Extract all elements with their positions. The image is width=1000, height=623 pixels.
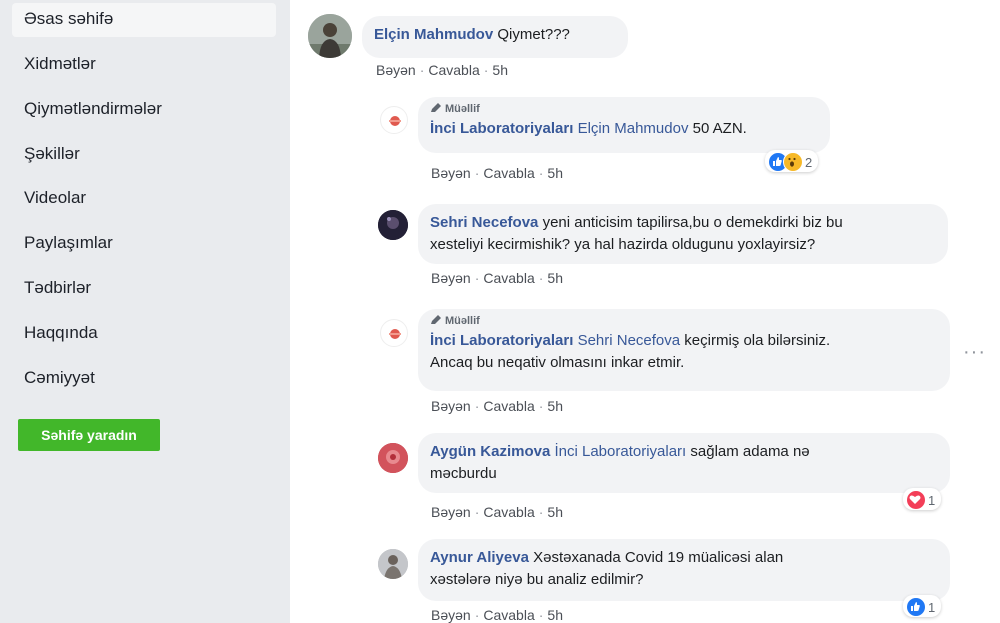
- page-avatar[interactable]: [380, 319, 408, 347]
- sidebar-item-label: Paylaşımlar: [24, 233, 113, 252]
- comment-actions: Bəyən · Cavabla · 5h: [376, 62, 508, 78]
- avatar[interactable]: [308, 14, 352, 58]
- comment-timestamp[interactable]: 5h: [547, 165, 563, 181]
- comment-text: Xəstəxanada Covid 19 müalicəsi alan: [533, 549, 784, 566]
- comment-timestamp[interactable]: 5h: [547, 398, 563, 414]
- author-badge: Müəllif: [430, 314, 938, 328]
- comment-actions: Bəyən · Cavabla · 5h: [431, 270, 563, 286]
- reaction-summary[interactable]: 2: [765, 150, 819, 172]
- sidebar-item-label: Əsas səhifə: [24, 9, 114, 28]
- wow-icon: [783, 152, 803, 172]
- sidebar-item-about[interactable]: Haqqında: [12, 317, 276, 351]
- comment-mention[interactable]: Elçin Mahmudov: [578, 120, 689, 137]
- reply-link[interactable]: Cavabla: [428, 62, 479, 78]
- sidebar-item-label: Cəmiyyət: [24, 368, 95, 387]
- comment-mention[interactable]: İnci Laboratoriyaları: [554, 443, 686, 460]
- person-photo-icon: [378, 443, 408, 473]
- comment-bubble: Sehri Necefova yeni anticisim tapilirsa,…: [418, 204, 948, 264]
- like-link[interactable]: Bəyən: [431, 398, 471, 414]
- comment-author[interactable]: İnci Laboratoriyaları: [430, 120, 573, 137]
- reaction-count: 2: [805, 154, 813, 170]
- like-link[interactable]: Bəyən: [376, 62, 416, 78]
- reply-link[interactable]: Cavabla: [483, 398, 534, 414]
- page-sidebar: Əsas səhifə Xidmətlər Qiymətləndirmələr …: [0, 0, 290, 623]
- sidebar-item-posts[interactable]: Paylaşımlar: [12, 227, 276, 261]
- sidebar-item-community[interactable]: Cəmiyyət: [12, 362, 276, 396]
- person-photo-icon: [378, 210, 408, 240]
- person-photo-icon: [378, 549, 408, 579]
- reply-link[interactable]: Cavabla: [483, 607, 534, 623]
- comment-timestamp[interactable]: 5h: [547, 270, 563, 286]
- author-badge: Müəllif: [430, 102, 818, 116]
- avatar[interactable]: [378, 210, 408, 240]
- sidebar-item-events[interactable]: Tədbirlər: [12, 272, 276, 306]
- comment-author[interactable]: Aygün Kazimova: [430, 443, 550, 460]
- sidebar-item-photos[interactable]: Şəkillər: [12, 138, 276, 172]
- avatar[interactable]: [378, 443, 408, 473]
- like-link[interactable]: Bəyən: [431, 270, 471, 286]
- sidebar-item-label: Şəkillər: [24, 144, 80, 163]
- sidebar-item-home[interactable]: Əsas səhifə: [12, 3, 276, 37]
- comment-text: keçirmiş ola bilərsiniz.: [684, 332, 831, 349]
- love-icon: [906, 490, 926, 510]
- reaction-count: 1: [928, 599, 936, 615]
- comment-author[interactable]: Sehri Necefova: [430, 214, 538, 231]
- comment-author[interactable]: Aynur Aliyeva: [430, 549, 529, 566]
- comment-text: 50 AZN.: [692, 120, 747, 137]
- more-options-icon[interactable]: ···: [963, 341, 986, 364]
- comment-author[interactable]: İnci Laboratoriyaları: [430, 332, 573, 349]
- comment-text: xəstələrə niyə bu analiz edilmir?: [430, 571, 644, 588]
- comment-timestamp[interactable]: 5h: [492, 62, 508, 78]
- comment-mention[interactable]: Sehri Necefova: [578, 332, 681, 349]
- comment-text: Ancaq bu neqativ olmasını inkar etmir.: [430, 354, 685, 371]
- comment-actions: Bəyən · Cavabla · 5h: [431, 607, 563, 623]
- sidebar-item-label: Xidmətlər: [24, 54, 96, 73]
- comment-actions: Bəyən · Cavabla · 5h: [431, 165, 563, 181]
- comment-timestamp[interactable]: 5h: [547, 607, 563, 623]
- sidebar-item-reviews[interactable]: Qiymətləndirmələr: [12, 93, 276, 127]
- person-photo-icon: [308, 14, 352, 58]
- sidebar-item-label: Qiymətləndirmələr: [24, 99, 162, 118]
- page-avatar[interactable]: [380, 106, 408, 134]
- like-icon: [906, 597, 926, 617]
- sidebar-item-label: Tədbirlər: [24, 278, 92, 297]
- sidebar-item-services[interactable]: Xidmətlər: [12, 48, 276, 82]
- author-badge-label: Müəllif: [445, 315, 480, 327]
- reply-link[interactable]: Cavabla: [483, 165, 534, 181]
- author-badge-label: Müəllif: [445, 103, 480, 115]
- reply-link[interactable]: Cavabla: [483, 270, 534, 286]
- sidebar-item-label: Haqqında: [24, 323, 98, 342]
- comment-actions: Bəyən · Cavabla · 5h: [431, 504, 563, 520]
- like-link[interactable]: Bəyən: [431, 607, 471, 623]
- comment-actions: Bəyən · Cavabla · 5h: [431, 398, 563, 414]
- comment-text: sağlam adama nə: [690, 443, 810, 460]
- pencil-icon: [431, 315, 441, 324]
- reaction-summary[interactable]: 1: [903, 488, 942, 510]
- comment-text: xesteliyi kecirmishik? ya hal hazirda ol…: [430, 236, 816, 253]
- reply-link[interactable]: Cavabla: [483, 504, 534, 520]
- create-page-button[interactable]: Səhifə yaradın: [18, 419, 160, 451]
- comment-text: məcburdu: [430, 465, 497, 482]
- comment-text: Qiymet???: [497, 26, 570, 43]
- pencil-icon: [431, 103, 441, 112]
- reaction-count: 1: [928, 492, 936, 508]
- comment-bubble: Müəllif İnci Laboratoriyaları Sehri Nece…: [418, 309, 950, 391]
- comment-bubble: Aynur Aliyeva Xəstəxanada Covid 19 müali…: [418, 539, 950, 601]
- like-link[interactable]: Bəyən: [431, 504, 471, 520]
- sidebar-item-videos[interactable]: Videolar: [12, 182, 276, 216]
- avatar[interactable]: [378, 549, 408, 579]
- like-link[interactable]: Bəyən: [431, 165, 471, 181]
- comment-bubble: Müəllif İnci Laboratoriyaları Elçin Mahm…: [418, 97, 830, 153]
- comment-bubble: Elçin Mahmudov Qiymet???: [362, 16, 628, 58]
- reaction-summary[interactable]: 1: [903, 595, 942, 617]
- comment-author[interactable]: Elçin Mahmudov: [374, 26, 493, 43]
- comment-bubble: Aygün Kazimova İnci Laboratoriyaları sağ…: [418, 433, 950, 493]
- comment-timestamp[interactable]: 5h: [547, 504, 563, 520]
- sidebar-item-label: Videolar: [24, 188, 87, 207]
- comment-text: yeni anticisim tapilirsa,bu o demekdirki…: [542, 214, 843, 231]
